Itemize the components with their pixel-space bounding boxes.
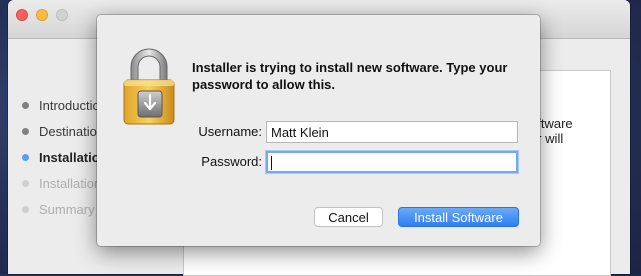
- step-label: Summary: [39, 201, 95, 217]
- step-dot-icon: [22, 205, 29, 213]
- password-field[interactable]: [266, 151, 518, 173]
- step-dot-icon: [22, 153, 29, 161]
- minimize-window-button[interactable]: [36, 9, 48, 21]
- install-software-button[interactable]: Install Software: [398, 207, 519, 227]
- step-dot-icon: [22, 101, 29, 109]
- dialog-message: Installer is trying to install new softw…: [192, 60, 508, 92]
- zoom-window-button: [56, 9, 68, 21]
- text-cursor: [271, 155, 272, 170]
- padlock-installer-icon: [123, 48, 175, 125]
- step-dot-icon: [22, 179, 29, 187]
- username-label: Username:: [198, 124, 262, 139]
- username-field[interactable]: [266, 121, 518, 143]
- step-dot-icon: [22, 127, 29, 135]
- password-label: Password:: [201, 154, 262, 169]
- close-window-button[interactable]: [16, 9, 28, 21]
- step-label: Installation: [39, 175, 102, 191]
- authentication-dialog: Installer is trying to install new softw…: [97, 15, 540, 246]
- cancel-button[interactable]: Cancel: [314, 207, 383, 227]
